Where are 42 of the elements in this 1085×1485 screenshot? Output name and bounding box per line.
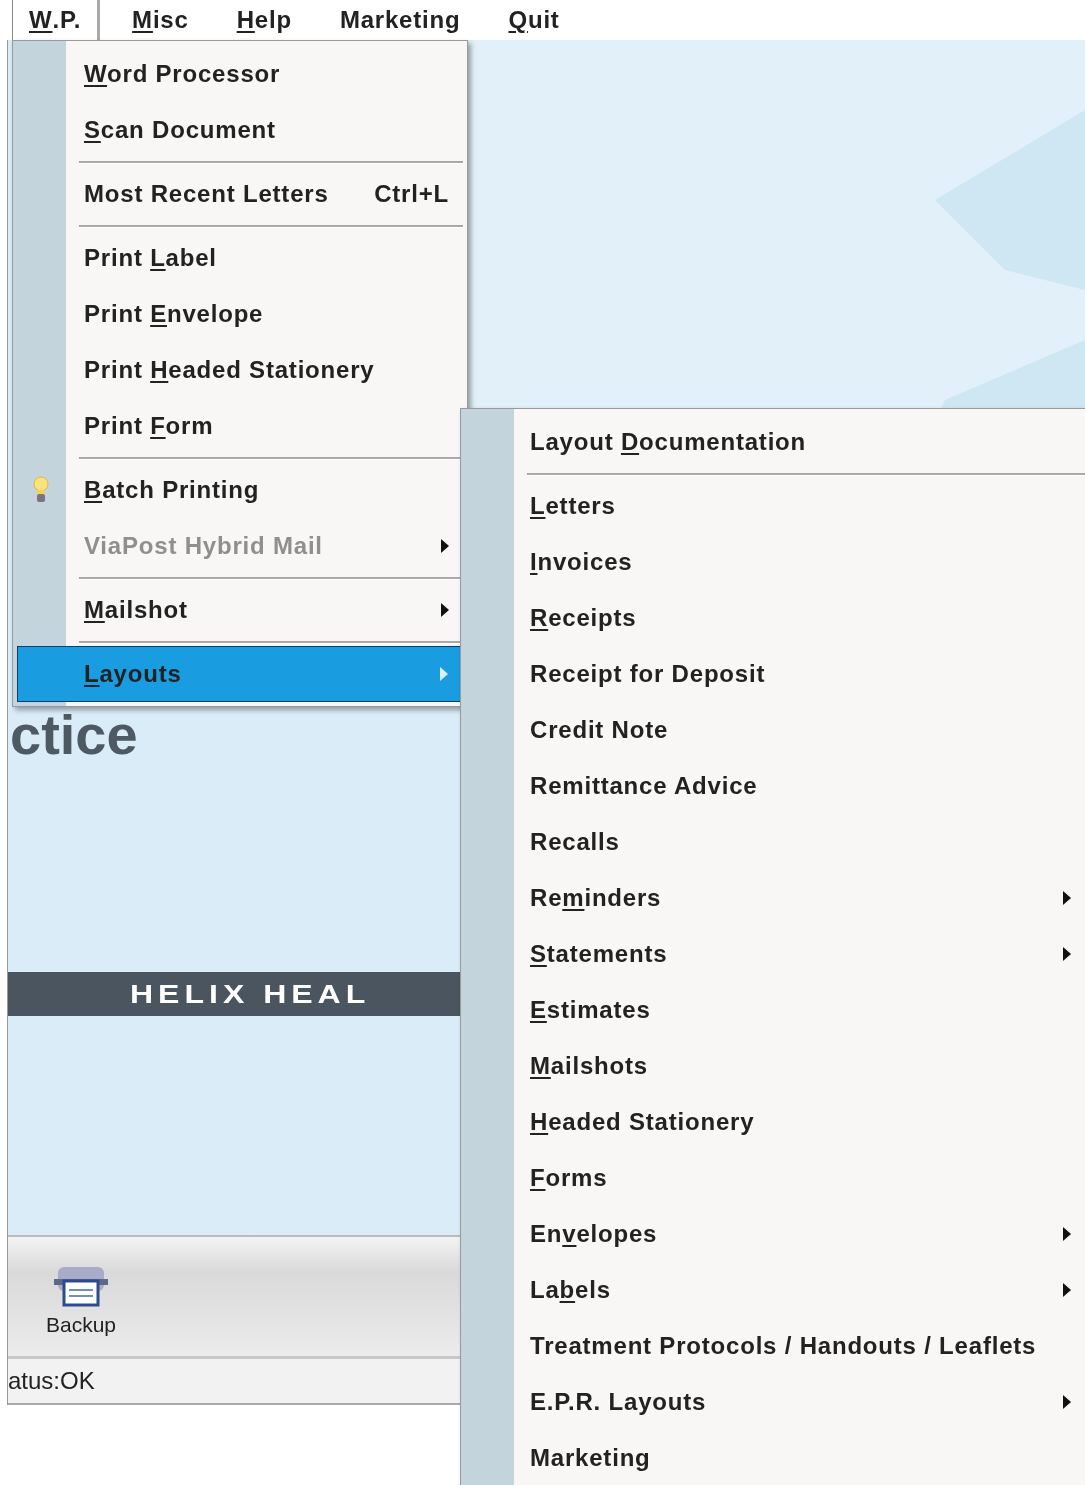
menu-item[interactable]: Headed Stationery <box>461 1094 1085 1150</box>
menu-item[interactable]: Forms <box>461 1150 1085 1206</box>
submenu-arrow-icon <box>441 539 449 553</box>
submenu-arrow-icon <box>1063 891 1071 905</box>
menu-item[interactable]: Print Headed Stationery <box>13 342 467 398</box>
submenu-arrow-icon <box>1063 1227 1071 1241</box>
menu-item[interactable]: Print Label <box>13 230 467 286</box>
menu-item[interactable]: Word Processor <box>13 46 467 102</box>
menu-item[interactable]: Reminders <box>461 870 1085 926</box>
menu-item[interactable]: Remittance Advice <box>461 758 1085 814</box>
menu-item[interactable]: Recalls <box>461 814 1085 870</box>
menu-bar-item[interactable]: Misc <box>116 0 205 40</box>
menu-item[interactable]: Letters <box>461 478 1085 534</box>
menu-item[interactable]: Receipts <box>461 590 1085 646</box>
submenu-arrow-icon <box>1063 1395 1071 1409</box>
submenu-arrow-icon <box>1063 1283 1071 1297</box>
menu-item[interactable]: Marketing <box>461 1430 1085 1485</box>
menu-item[interactable]: Labels <box>461 1262 1085 1318</box>
menu-item[interactable]: Mailshots <box>461 1038 1085 1094</box>
status-text: atus:OK <box>8 1367 95 1395</box>
menu-item[interactable]: Scan Document <box>13 102 467 158</box>
menu-item[interactable]: Print Envelope <box>13 286 467 342</box>
banner-text: HELIX HEAL <box>130 979 371 1009</box>
menu-bar-item[interactable]: Help <box>220 0 308 40</box>
submenu-arrow-icon <box>440 667 448 681</box>
lightbulb-icon <box>33 476 49 504</box>
submenu-arrow-icon <box>1063 947 1071 961</box>
toolbar-button[interactable]: Backup <box>46 1263 117 1337</box>
menu-bar-item[interactable]: Quit <box>492 0 576 40</box>
menu-item[interactable]: Layout Documentation <box>461 414 1085 470</box>
menu-item[interactable]: E.P.R. Layouts <box>461 1374 1085 1430</box>
menu-item[interactable]: Credit Note <box>461 702 1085 758</box>
menu-item[interactable]: Invoices <box>461 534 1085 590</box>
menu-bar-item[interactable]: Marketing <box>323 0 477 40</box>
logo-text: ctice <box>10 708 138 762</box>
menu-item[interactable]: Envelopes <box>461 1206 1085 1262</box>
shortcut-text: Ctrl+L <box>374 180 449 208</box>
menu-item[interactable]: Treatment Protocols / Handouts / Leaflets <box>461 1318 1085 1374</box>
menu-item[interactable]: Most Recent Letters Ctrl+L <box>13 166 467 222</box>
menu-item[interactable]: Estimates <box>461 982 1085 1038</box>
menu-item[interactable]: Statements <box>461 926 1085 982</box>
submenu-arrow-icon <box>441 603 449 617</box>
